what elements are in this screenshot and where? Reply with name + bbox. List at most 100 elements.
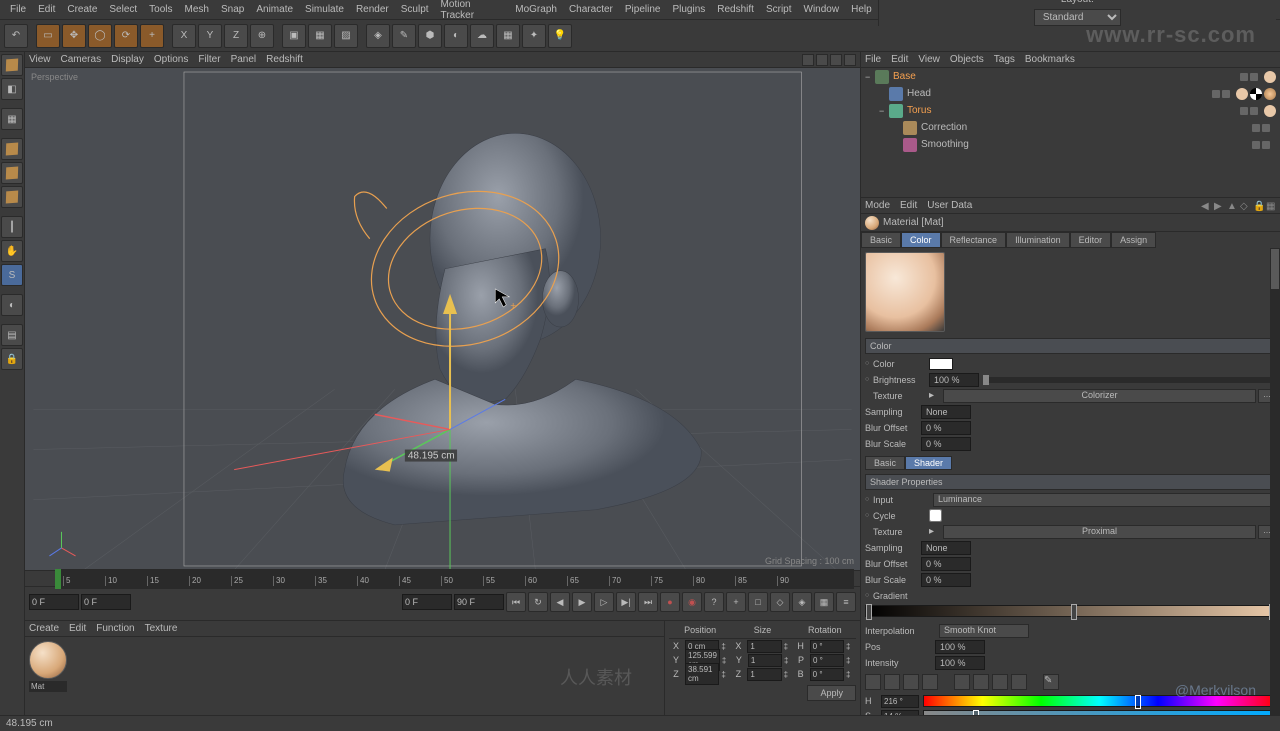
color-swatch[interactable] bbox=[929, 358, 953, 370]
tree-row-torus[interactable]: − Torus bbox=[861, 102, 1280, 119]
light-icon[interactable]: ✦ bbox=[522, 24, 546, 48]
mat-create[interactable]: Create bbox=[29, 623, 59, 634]
key-rot[interactable]: ◇ bbox=[770, 592, 790, 612]
vp-redshift[interactable]: Redshift bbox=[266, 54, 303, 65]
key-scale[interactable]: □ bbox=[748, 592, 768, 612]
menu-select[interactable]: Select bbox=[103, 4, 143, 15]
menu-create[interactable]: Create bbox=[61, 4, 103, 15]
ctool-5[interactable] bbox=[954, 674, 970, 690]
render-settings[interactable]: ▨ bbox=[334, 24, 358, 48]
time-ruler[interactable]: 51015202530354045505560657075808590 bbox=[25, 571, 860, 587]
record-key[interactable]: ● bbox=[660, 592, 680, 612]
render-region[interactable]: ▦ bbox=[308, 24, 332, 48]
key-options[interactable]: ? bbox=[704, 592, 724, 612]
coord-system[interactable]: ⊕ bbox=[250, 24, 274, 48]
sampling2-value[interactable]: None bbox=[921, 541, 971, 555]
frame-start[interactable] bbox=[29, 594, 79, 610]
menu-window[interactable]: Window bbox=[798, 4, 846, 15]
size-X[interactable]: 1 bbox=[747, 640, 781, 653]
attr-up-icon[interactable]: ▲ bbox=[1227, 201, 1237, 211]
ctool-4[interactable] bbox=[922, 674, 938, 690]
om-tags[interactable]: Tags bbox=[994, 54, 1015, 65]
render-view[interactable]: ▣ bbox=[282, 24, 306, 48]
hue-slider[interactable] bbox=[923, 695, 1276, 707]
edge-mode[interactable] bbox=[1, 162, 23, 184]
layout-dropdown[interactable]: Standard bbox=[1034, 9, 1121, 26]
apply-button[interactable]: Apply bbox=[807, 685, 856, 701]
menu-script[interactable]: Script bbox=[760, 4, 798, 15]
tree-row-smoothing[interactable]: Smoothing bbox=[861, 136, 1280, 153]
tab-illumination[interactable]: Illumination bbox=[1006, 232, 1070, 248]
brightness-value[interactable]: 100 % bbox=[929, 373, 979, 387]
attr-fwd-icon[interactable]: ▶ bbox=[1214, 201, 1224, 211]
frame-current[interactable] bbox=[81, 594, 131, 610]
spline-pen[interactable]: ✎ bbox=[392, 24, 416, 48]
vp-filter[interactable]: Filter bbox=[198, 54, 220, 65]
menu-animate[interactable]: Animate bbox=[250, 4, 299, 15]
material-thumb[interactable]: Mat bbox=[29, 641, 67, 711]
viewport-3d[interactable]: Perspective bbox=[25, 68, 860, 570]
hue-value[interactable]: 216 ° bbox=[881, 695, 919, 708]
tag-icon[interactable] bbox=[1236, 88, 1248, 100]
tab-assign[interactable]: Assign bbox=[1111, 232, 1156, 248]
vis-editor[interactable] bbox=[1252, 124, 1260, 132]
lock-x[interactable]: X bbox=[172, 24, 196, 48]
subtab-shader[interactable]: Shader bbox=[905, 456, 952, 470]
attr-userdata[interactable]: User Data bbox=[927, 200, 972, 211]
key-more[interactable]: ≡ bbox=[836, 592, 856, 612]
polygon-mode[interactable] bbox=[1, 186, 23, 208]
menu-mograph[interactable]: MoGraph bbox=[509, 4, 563, 15]
menu-character[interactable]: Character bbox=[563, 4, 619, 15]
rotate-tool[interactable]: ⟳ bbox=[114, 24, 138, 48]
tab-color[interactable]: Color bbox=[901, 232, 941, 248]
bluroffset-value[interactable]: 0 % bbox=[921, 421, 971, 435]
lock-y[interactable]: Y bbox=[198, 24, 222, 48]
om-edit[interactable]: Edit bbox=[891, 54, 908, 65]
subtab-basic[interactable]: Basic bbox=[865, 456, 905, 470]
move-tool[interactable]: ✥ bbox=[62, 24, 86, 48]
om-file[interactable]: File bbox=[865, 54, 881, 65]
step-fwd[interactable]: ▷ bbox=[594, 592, 614, 612]
frame-f1[interactable] bbox=[402, 594, 452, 610]
rot-H[interactable]: 0 ° bbox=[810, 640, 844, 653]
pos-Z[interactable]: 38.591 cm bbox=[685, 663, 719, 685]
lock-z[interactable]: Z bbox=[224, 24, 248, 48]
sat-slider[interactable] bbox=[923, 710, 1276, 715]
menu-redshift[interactable]: Redshift bbox=[711, 4, 760, 15]
ctool-3[interactable] bbox=[903, 674, 919, 690]
frame-f2[interactable] bbox=[454, 594, 504, 610]
key-pos[interactable]: + bbox=[726, 592, 746, 612]
menu-file[interactable]: File bbox=[4, 4, 32, 15]
tag-icon[interactable] bbox=[1264, 71, 1276, 83]
point-mode[interactable] bbox=[1, 138, 23, 160]
vis-render[interactable] bbox=[1222, 90, 1230, 98]
axis-mode[interactable]: ┃ bbox=[1, 216, 23, 238]
menu-sculpt[interactable]: Sculpt bbox=[395, 4, 435, 15]
tag-icon[interactable] bbox=[1264, 88, 1276, 100]
om-bookmarks[interactable]: Bookmarks bbox=[1025, 54, 1075, 65]
goto-prevkey[interactable]: ↻ bbox=[528, 592, 548, 612]
sat-value[interactable]: 14 % bbox=[881, 710, 919, 716]
menu-simulate[interactable]: Simulate bbox=[299, 4, 350, 15]
key-param[interactable]: ◈ bbox=[792, 592, 812, 612]
attr-lock-icon[interactable]: 🔒 bbox=[1253, 201, 1263, 211]
bluroffset2-value[interactable]: 0 % bbox=[921, 557, 971, 571]
vis-editor[interactable] bbox=[1240, 107, 1248, 115]
vis-editor[interactable] bbox=[1212, 90, 1220, 98]
vp-view[interactable]: View bbox=[29, 54, 51, 65]
menu-plugins[interactable]: Plugins bbox=[666, 4, 711, 15]
menu-edit[interactable]: Edit bbox=[32, 4, 61, 15]
key-pla[interactable]: ▦ bbox=[814, 592, 834, 612]
workplane-mode[interactable]: ▦ bbox=[1, 108, 23, 130]
tab-reflectance[interactable]: Reflectance bbox=[941, 232, 1007, 248]
vis-editor[interactable] bbox=[1252, 141, 1260, 149]
menu-snap[interactable]: Snap bbox=[215, 4, 250, 15]
scale-tool[interactable]: ◯ bbox=[88, 24, 112, 48]
size-Y[interactable]: 1 bbox=[748, 654, 782, 667]
vis-render[interactable] bbox=[1262, 141, 1270, 149]
ctool-1[interactable] bbox=[865, 674, 881, 690]
rot-B[interactable]: 0 ° bbox=[810, 668, 844, 681]
ctool-8[interactable] bbox=[1011, 674, 1027, 690]
tree-row-correction[interactable]: Correction bbox=[861, 119, 1280, 136]
mat-function[interactable]: Function bbox=[96, 623, 134, 634]
